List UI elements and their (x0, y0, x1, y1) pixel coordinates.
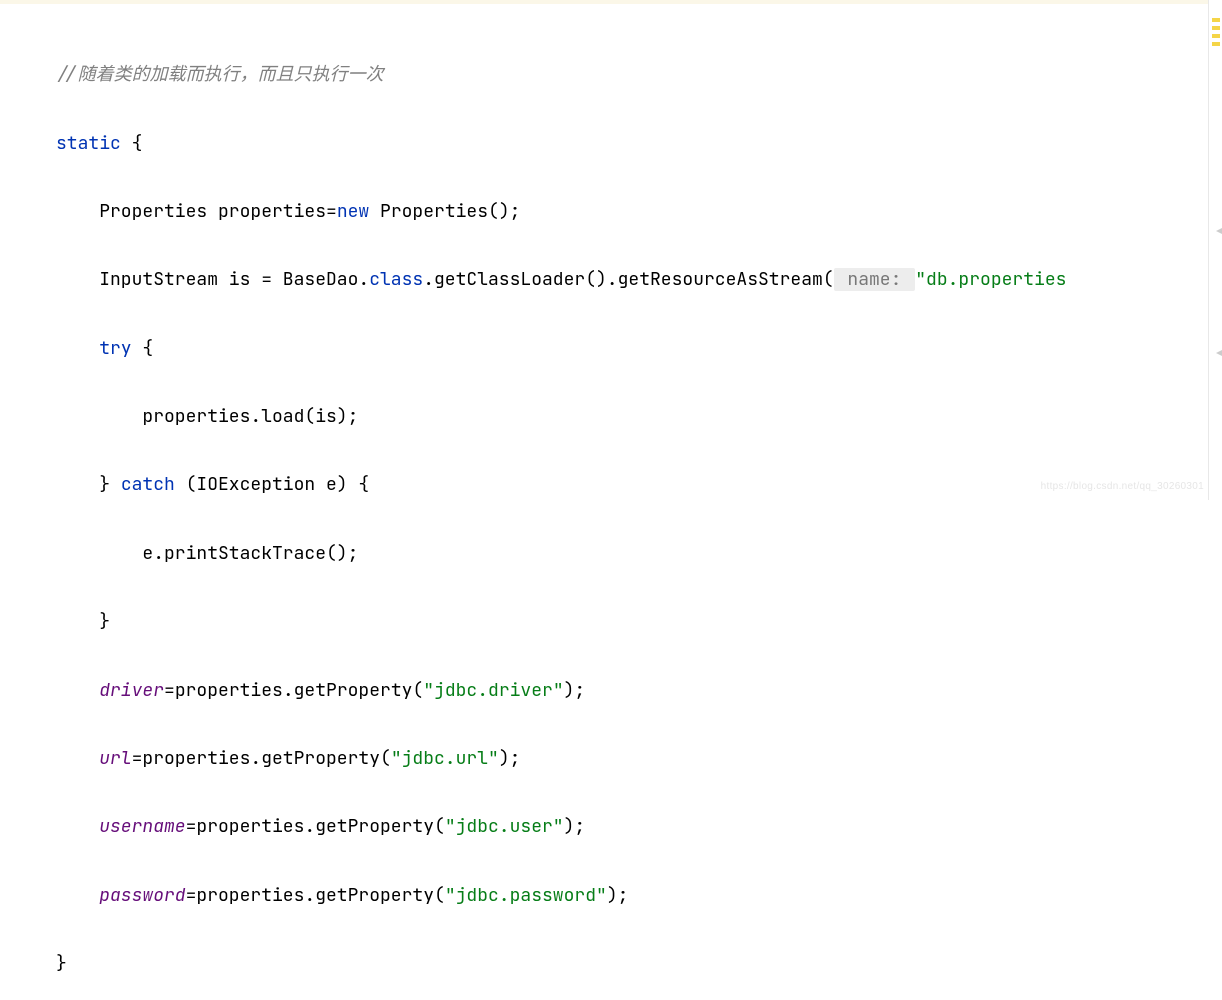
code-text: ); (564, 815, 586, 838)
string-literal: "db.properties (915, 268, 1066, 291)
code-text: ); (564, 679, 586, 702)
code-text: (IOException e) { (175, 473, 369, 496)
warning-marker[interactable] (1212, 18, 1220, 22)
code-text: { (132, 337, 154, 360)
string-literal: "jdbc.user" (445, 815, 564, 838)
code-text: ); (499, 747, 521, 770)
code-text (56, 337, 99, 360)
keyword-try: try (99, 337, 131, 360)
code-text (56, 679, 99, 702)
code-line: static { (56, 127, 1222, 161)
watermark-text: https://blog.csdn.net/qq_30260301 (1041, 477, 1204, 496)
code-text (56, 747, 99, 770)
code-text (56, 815, 99, 838)
string-literal: "jdbc.driver" (423, 679, 563, 702)
code-line: username=properties.getProperty("jdbc.us… (56, 810, 1222, 844)
code-text: =properties.getProperty( (186, 815, 445, 838)
code-line: } (56, 947, 1222, 981)
code-text: .getClassLoader().getResourceAsStream( (423, 268, 833, 291)
code-text: =properties.getProperty( (164, 679, 423, 702)
code-text: } (56, 610, 110, 633)
code-text: =properties.getProperty( (132, 747, 391, 770)
field-driver: driver (99, 679, 164, 702)
code-line: driver=properties.getProperty("jdbc.driv… (56, 674, 1222, 708)
code-text: InputStream is = BaseDao. (56, 268, 369, 291)
code-line: properties.load(is); (56, 400, 1222, 434)
keyword-class: class (369, 268, 423, 291)
code-line: try { (56, 332, 1222, 366)
param-hint: name: (834, 268, 916, 291)
field-url: url (99, 747, 131, 770)
keyword-new: new (337, 200, 369, 223)
code-text: ); (607, 884, 629, 907)
code-text: e.printStackTrace(); (56, 542, 358, 565)
warning-marker[interactable] (1212, 34, 1220, 38)
code-line: } (56, 605, 1222, 639)
code-text: } (56, 473, 121, 496)
comment-text: //随着类的加载而执行，而且只执行一次 (56, 63, 384, 86)
warning-marker[interactable] (1212, 42, 1220, 46)
code-text: Properties(); (369, 200, 520, 223)
code-text: { (121, 132, 143, 155)
code-text: Properties properties= (56, 200, 337, 223)
code-line: e.printStackTrace(); (56, 537, 1222, 571)
code-text: } (56, 952, 67, 975)
code-text: =properties.getProperty( (186, 884, 445, 907)
string-literal: "jdbc.password" (445, 884, 607, 907)
keyword-static: static (56, 132, 121, 155)
change-marker[interactable] (1216, 350, 1222, 356)
code-line: //随着类的加载而执行，而且只执行一次 (56, 58, 1222, 92)
change-marker[interactable] (1216, 228, 1222, 234)
code-text: properties.load(is); (56, 405, 358, 428)
field-username: username (99, 815, 185, 838)
warning-marker[interactable] (1212, 26, 1220, 30)
code-line: InputStream is = BaseDao.class.getClassL… (56, 263, 1222, 297)
keyword-catch: catch (121, 473, 175, 496)
marker-bar[interactable] (1208, 0, 1222, 500)
code-editor[interactable]: //随着类的加载而执行，而且只执行一次 static { Properties … (0, 4, 1222, 1000)
code-line: url=properties.getProperty("jdbc.url"); (56, 742, 1222, 776)
code-text (56, 884, 99, 907)
field-password: password (99, 884, 185, 907)
code-line: password=properties.getProperty("jdbc.pa… (56, 879, 1222, 913)
code-line: Properties properties=new Properties(); (56, 195, 1222, 229)
string-literal: "jdbc.url" (391, 747, 499, 770)
